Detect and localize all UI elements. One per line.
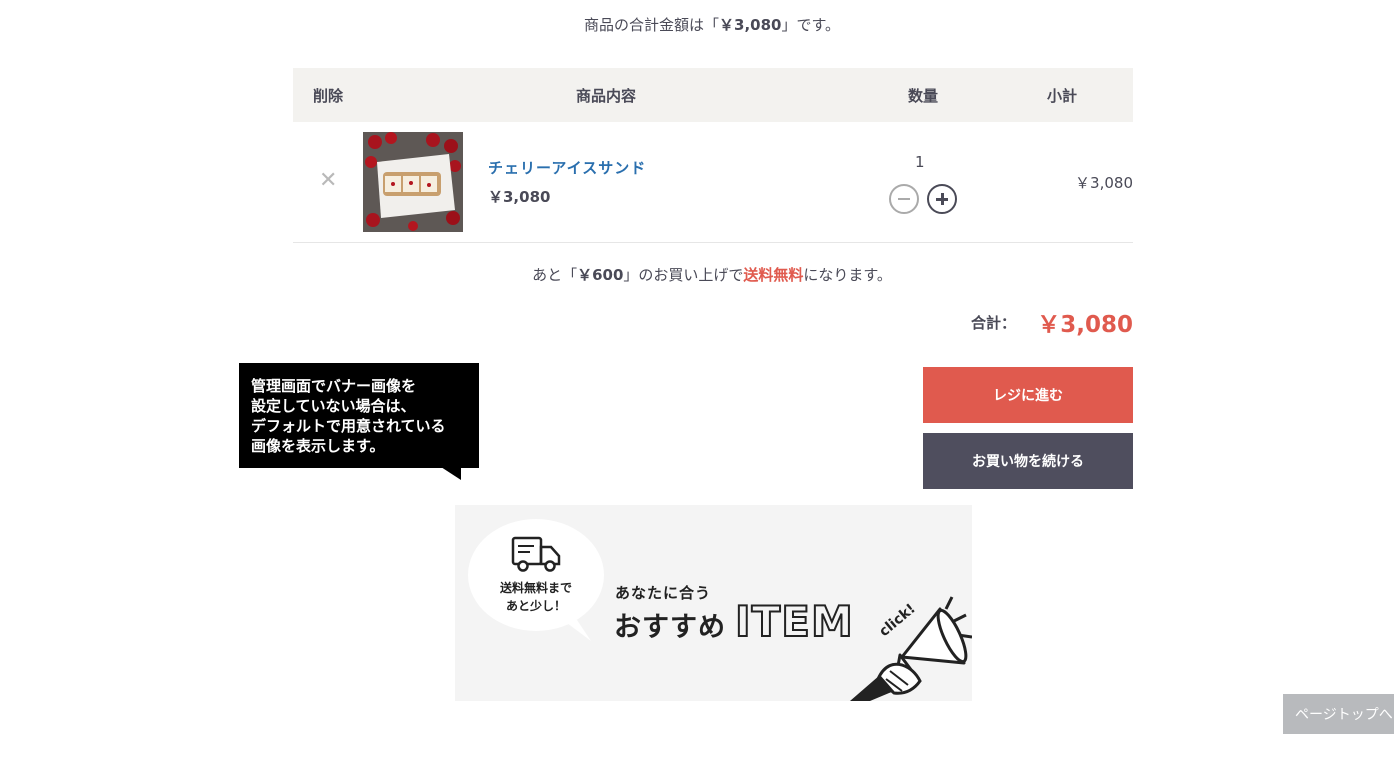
row-subtotal: ￥3,080 <box>1075 174 1133 192</box>
continue-shopping-button[interactable]: お買い物を続ける <box>923 433 1133 489</box>
table-header: 削除 商品内容 数量 小計 <box>293 68 1133 122</box>
total-value: ￥3,080 <box>1037 312 1133 338</box>
cart-table: 削除 商品内容 数量 小計 ✕ チェリーアイスサンド ￥3,080 1 ￥3,0… <box>293 68 1133 243</box>
header-item: 商品内容 <box>576 87 637 105</box>
page-top-button[interactable]: ページトップへ <box>1283 694 1394 734</box>
free-shipping-prefix: あと「 <box>532 266 578 284</box>
summary-suffix: 」です。 <box>781 16 840 34</box>
free-shipping-highlight: 送料無料 <box>743 266 804 284</box>
tooltip-line: 管理画面でバナー画像を <box>251 377 417 395</box>
summary-amount: ￥3,080 <box>719 16 782 34</box>
speech-bubble-tail <box>555 617 591 641</box>
quantity-increase-button[interactable] <box>927 184 957 214</box>
banner-item-word: ITEM <box>734 596 854 647</box>
checkout-button[interactable]: レジに進む <box>923 367 1133 423</box>
free-shipping-middle: 」のお買い上げで <box>623 266 744 284</box>
free-shipping-notice: あと「￥600」のお買い上げで送料無料になります。 <box>0 264 1394 285</box>
tooltip-line: 設定していない場合は、 <box>251 397 416 415</box>
bubble-line-1: 送料無料まで <box>499 581 572 595</box>
product-name-link[interactable]: チェリーアイスサンド <box>488 157 646 178</box>
close-icon[interactable]: ✕ <box>319 170 337 192</box>
banner-title: おすすめ <box>614 612 726 643</box>
product-photo-graphic <box>363 132 463 232</box>
truck-icon <box>511 536 561 572</box>
tooltip-tail <box>441 467 461 480</box>
tooltip-line: デフォルトで用意されている <box>251 417 446 435</box>
table-row: ✕ チェリーアイスサンド ￥3,080 1 ￥3,080 <box>293 122 1133 243</box>
recommend-banner[interactable]: 送料無料まで あと少し！ あなたに合う おすすめ ITEM click! <box>455 505 972 701</box>
banner-tooltip: 管理画面でバナー画像を 設定していない場合は、 デフォルトで用意されている 画像… <box>239 363 479 468</box>
cart-summary: 商品の合計金額は「￥3,080」です。 <box>0 14 1394 35</box>
tooltip-line: 画像を表示します。 <box>251 437 385 455</box>
total-label: 合計： <box>971 314 1017 332</box>
quantity-decrease-button[interactable] <box>889 184 919 214</box>
banner-subtitle: あなたに合う <box>615 584 712 602</box>
header-subtotal: 小計 <box>1047 87 1078 105</box>
megaphone-icon: click! <box>850 596 972 701</box>
product-price: ￥3,080 <box>488 188 551 206</box>
plus-icon-vertical <box>940 193 944 205</box>
minus-icon <box>898 198 910 200</box>
bubble-line-2: あと少し！ <box>505 599 566 613</box>
bubble-text: 送料無料まで あと少し！ <box>455 579 617 615</box>
free-shipping-amount: ￥600 <box>577 266 624 284</box>
click-label: click! <box>876 601 918 640</box>
header-quantity: 数量 <box>908 87 939 105</box>
summary-prefix: 商品の合計金額は「 <box>584 16 720 34</box>
free-shipping-suffix: になります。 <box>803 266 892 284</box>
quantity-value: 1 <box>915 153 925 171</box>
header-delete: 削除 <box>313 87 344 105</box>
product-image[interactable] <box>363 132 463 232</box>
